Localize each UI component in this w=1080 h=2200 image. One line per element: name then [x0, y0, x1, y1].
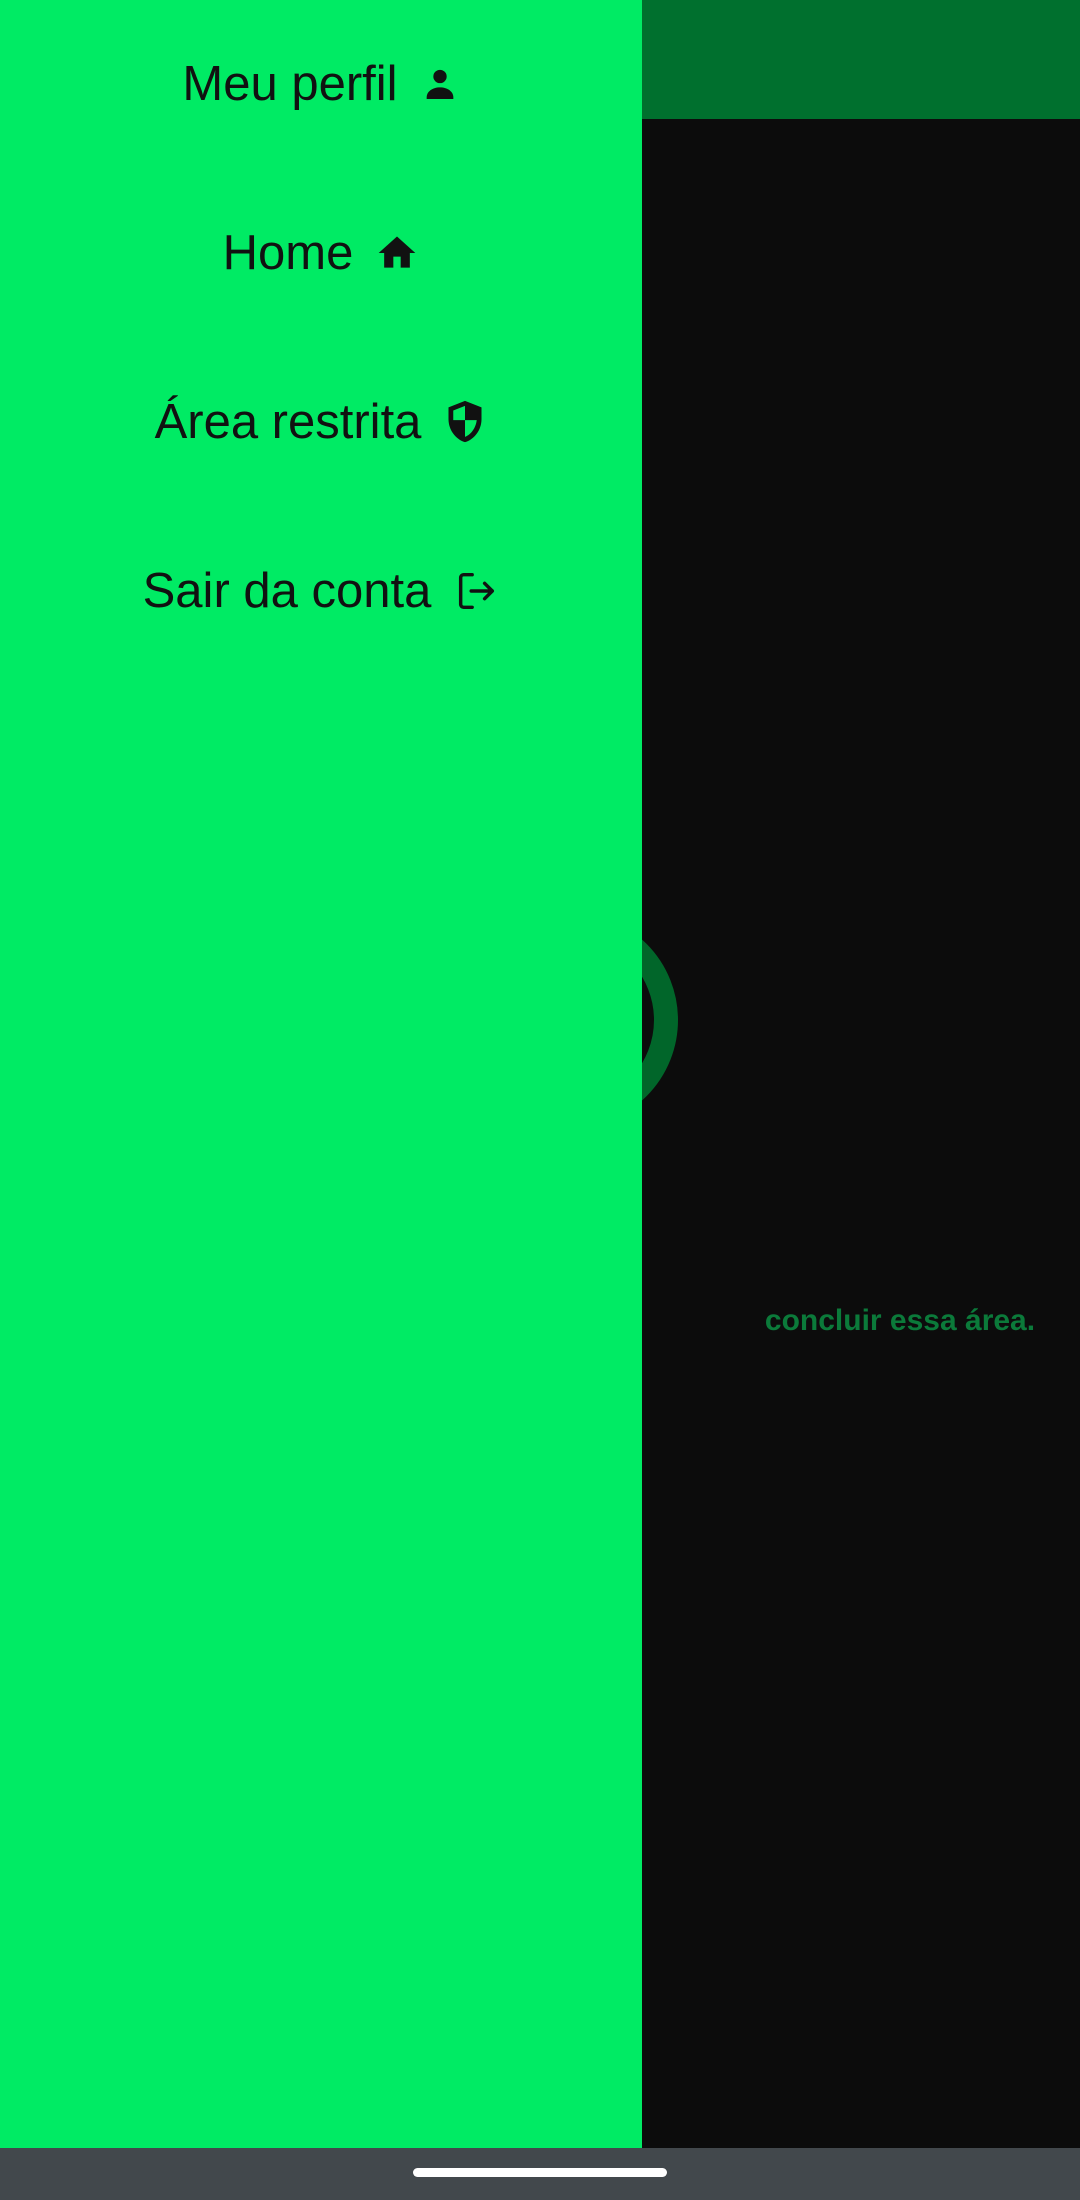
drawer-item-label: Home [222, 226, 354, 280]
shield-icon [443, 398, 487, 446]
home-gesture-handle[interactable] [413, 2168, 667, 2177]
person-icon [420, 64, 460, 104]
navigation-drawer: Meu perfil Home Área restrita Sair da co… [0, 0, 642, 2148]
drawer-item-label: Meu perfil [182, 57, 398, 111]
drawer-item-profile[interactable]: Meu perfil [0, 34, 642, 134]
logout-icon [453, 568, 499, 614]
home-icon [375, 231, 419, 275]
drawer-item-label: Área restrita [154, 395, 422, 449]
system-navigation-bar [0, 2148, 1080, 2200]
drawer-item-restricted-area[interactable]: Área restrita [0, 372, 642, 472]
drawer-item-home[interactable]: Home [0, 203, 642, 303]
drawer-item-label: Sair da conta [142, 564, 432, 618]
drawer-item-logout[interactable]: Sair da conta [0, 541, 642, 641]
